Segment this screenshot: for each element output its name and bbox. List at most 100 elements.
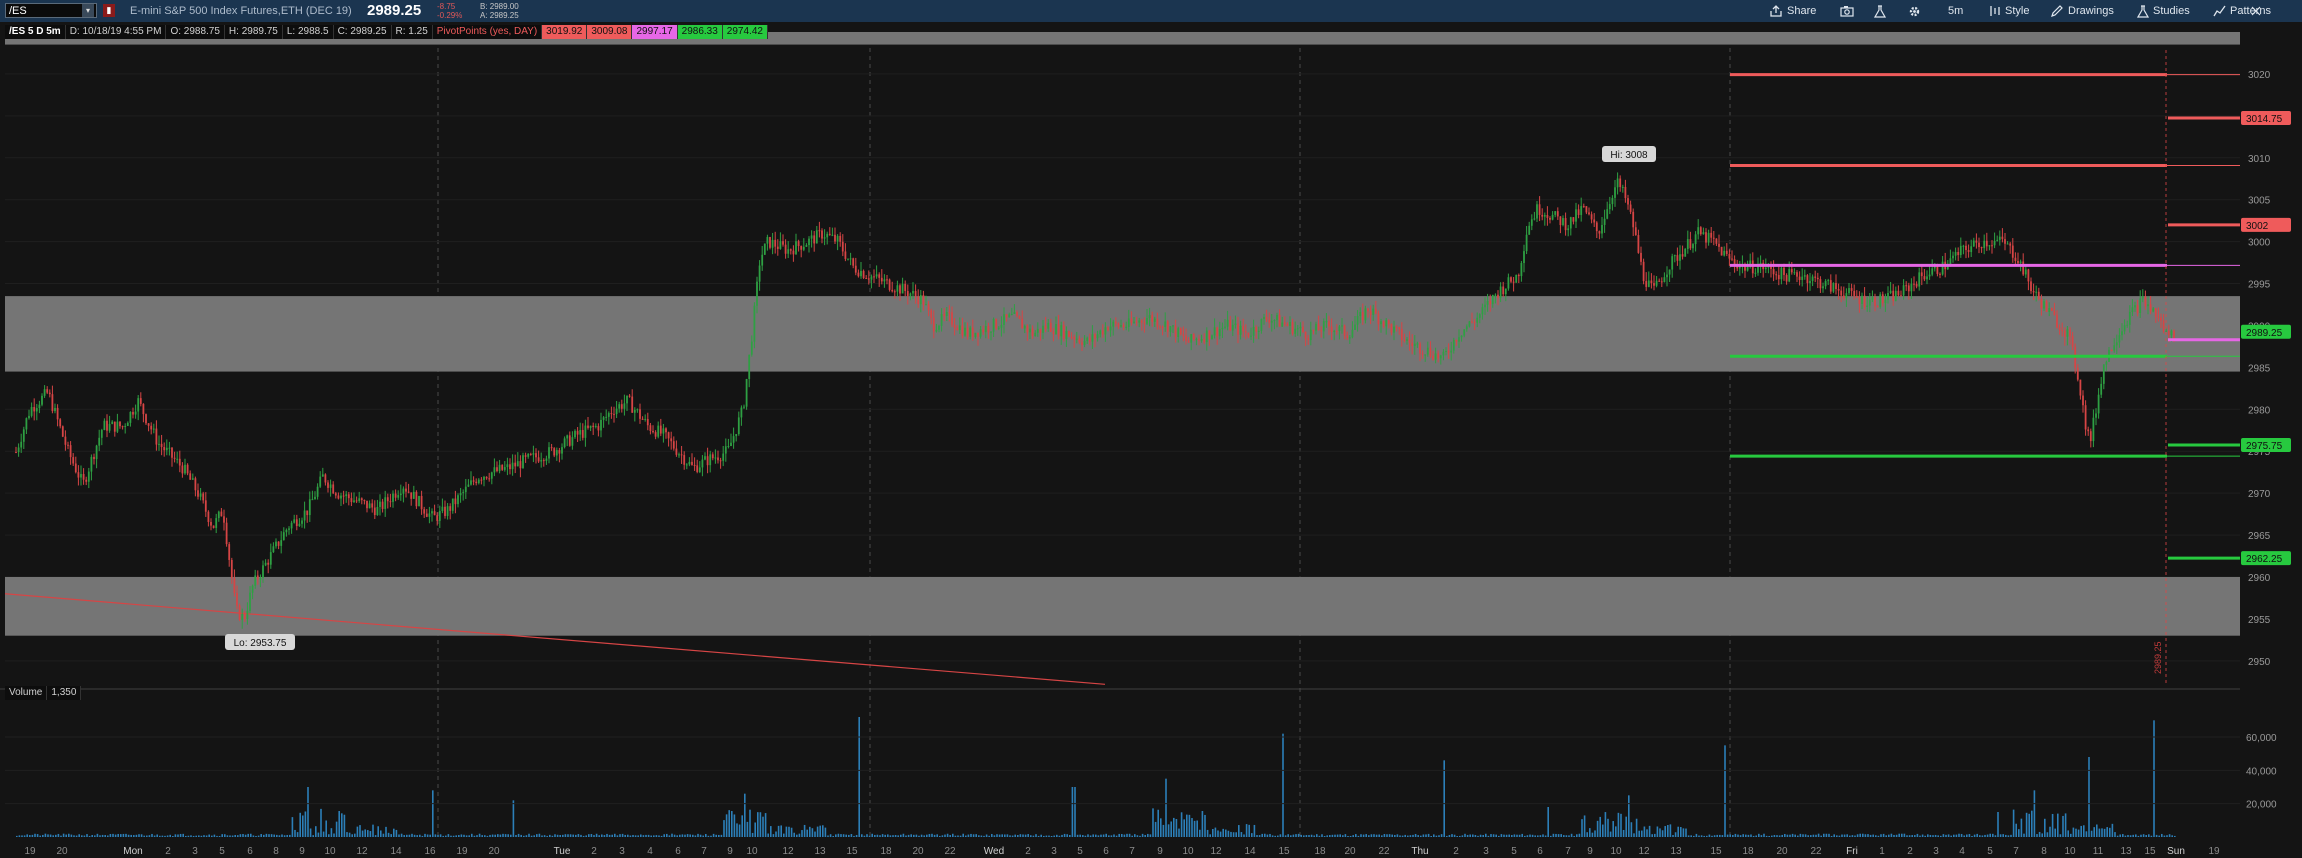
drawings-button[interactable]: Drawings [2051, 3, 2114, 19]
volume-bar [1066, 834, 1068, 837]
volume-bar [1999, 834, 2002, 837]
candle-body [1582, 206, 1585, 208]
candle-body [241, 614, 244, 620]
link-icon[interactable]: ▮ [103, 4, 115, 17]
candle-body [1200, 339, 1203, 341]
price-tick-7: 2985 [2248, 363, 2271, 374]
candle-body [800, 246, 803, 250]
candle-body [678, 454, 680, 456]
bid-ask: B: 2989.00 A: 2989.25 [480, 2, 519, 20]
volume-bar [1568, 835, 1570, 837]
volume-bar [1830, 835, 1833, 837]
candle-body [1177, 328, 1180, 337]
candle-body [1598, 231, 1601, 234]
collapse-button[interactable] [2250, 3, 2264, 19]
volume-bar [1560, 834, 1562, 837]
candle-body [2113, 345, 2116, 351]
candle-body [1679, 254, 1681, 261]
settings-button[interactable] [1908, 3, 1921, 19]
candle-body [1190, 334, 1193, 343]
price-chart[interactable]: 3020301530103005300029952990298529802975… [0, 22, 2302, 858]
volume-bar [322, 831, 325, 837]
snapshot-button[interactable] [1840, 3, 1854, 19]
candle-body [628, 395, 631, 397]
volume-bar [1139, 835, 1141, 837]
volume-bar [606, 833, 608, 837]
volume-label[interactable]: Volume [5, 686, 48, 700]
candle-body [1962, 245, 1965, 247]
volume-bar [1953, 834, 1955, 837]
candle-body [150, 425, 153, 430]
volume-bar [1895, 834, 1898, 837]
volume-bar [1173, 817, 1175, 837]
candle-body [774, 239, 777, 247]
candle-body [1156, 318, 1159, 327]
candle-body [2037, 291, 2040, 299]
candle-body [1697, 227, 1700, 235]
candle-body [1855, 295, 1858, 298]
candle-body [262, 565, 264, 579]
candle-body [1517, 274, 1520, 277]
candle-body [688, 461, 691, 465]
volume-bar [907, 834, 910, 837]
candle-body [61, 426, 64, 437]
volume-tick-1: 40,000 [2246, 766, 2277, 777]
share-button[interactable]: Share [1770, 3, 1816, 19]
candle-body [1892, 290, 1895, 301]
volume-bar [2070, 833, 2072, 837]
candle-body [636, 409, 639, 411]
volume-bar [694, 835, 697, 837]
candle-body [223, 516, 225, 523]
flask-button[interactable] [1874, 3, 1886, 19]
volume-bar [567, 834, 569, 837]
volume-bar [933, 834, 936, 837]
volume-bar [582, 835, 585, 837]
candle-body [589, 425, 592, 428]
chart-label[interactable]: /ES 5 D 5m [5, 25, 66, 39]
volume-bar [1550, 835, 1552, 837]
volume-bar [2085, 831, 2088, 837]
volume-bar [491, 834, 494, 837]
candle-body [246, 610, 249, 619]
candle-body [1575, 209, 1577, 222]
time-label-0: 19 [24, 846, 36, 857]
candle-body [748, 354, 751, 379]
volume-bar [1763, 833, 1765, 837]
time-axis[interactable]: 19 20 Mon 2 3 5 6 8 9 10 12 14 16 19 20 Tue 2 3 4 6 7 9 10 12 13… [0, 842, 2302, 858]
study-name[interactable]: PivotPoints (yes, DAY) [433, 25, 543, 39]
volume-bar [959, 835, 962, 837]
volume-bar [510, 834, 512, 837]
volume-bar [515, 834, 517, 837]
candle-body [1486, 301, 1489, 305]
candle-body [116, 421, 119, 432]
volume-bar [1456, 835, 1458, 837]
volume-bar [931, 833, 933, 837]
time-label-18: 4 [647, 846, 653, 857]
candle-body [2157, 316, 2160, 318]
candle-body [2035, 291, 2038, 293]
volume-bar [156, 834, 158, 837]
volume-bar [2010, 834, 2012, 837]
candle-body [1606, 209, 1609, 219]
volume-bar [187, 835, 190, 837]
volume-bar [1251, 833, 1253, 837]
volume-bar [1856, 834, 1859, 837]
volume-bar [2129, 835, 2132, 837]
volume-bar [1828, 833, 1830, 837]
volume-bar [452, 835, 455, 837]
studies-label: Studies [2153, 5, 2190, 17]
interval-selector[interactable]: 5m [1948, 3, 1963, 19]
volume-bar [1674, 832, 1677, 837]
candle-body [1848, 288, 1850, 294]
volume-bar [645, 834, 647, 837]
symbol-dropdown-icon[interactable]: ▾ [82, 4, 94, 17]
candle-body [412, 491, 415, 499]
studies-button[interactable]: Studies [2137, 3, 2190, 19]
volume-bar [621, 833, 624, 837]
candle-body [288, 528, 290, 530]
candle-body [696, 465, 699, 472]
price-axis[interactable]: 3020301530103005300029952990298529802975… [2240, 22, 2302, 842]
style-button[interactable]: Style [1988, 3, 2029, 19]
volume-bar [861, 834, 863, 837]
volume-bar [2127, 834, 2129, 837]
